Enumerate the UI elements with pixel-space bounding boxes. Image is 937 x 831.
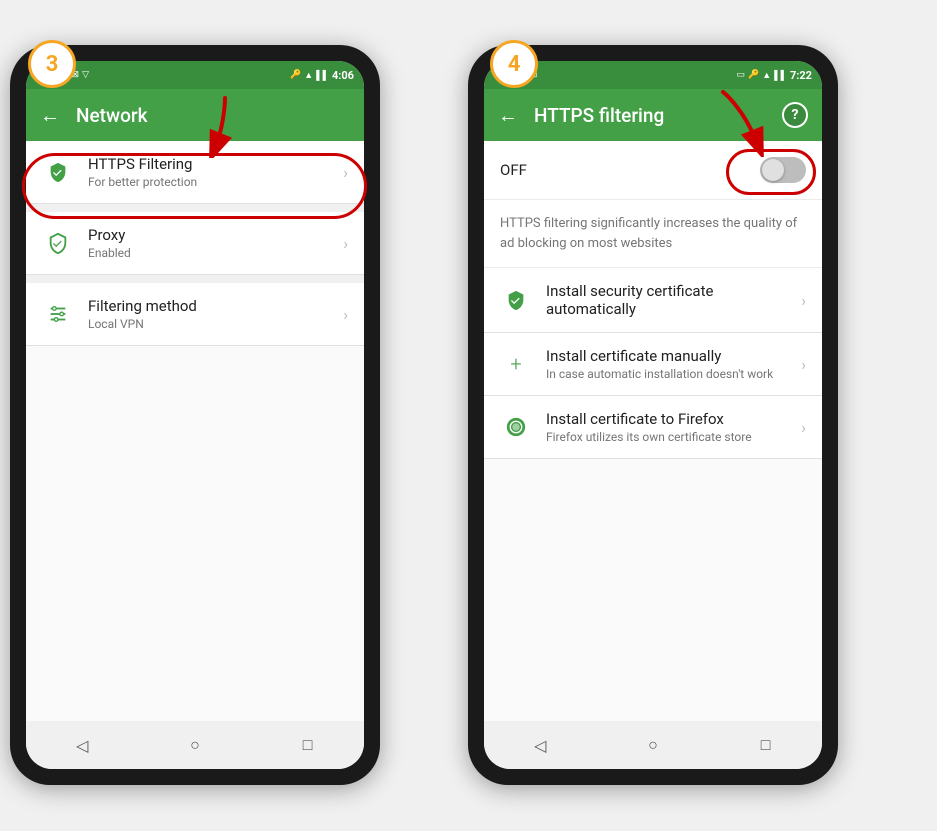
cert-auto-icon bbox=[500, 284, 532, 316]
https-description: HTTPS filtering significantly increases … bbox=[484, 200, 822, 268]
nav-recent-4[interactable]: □ bbox=[751, 730, 781, 760]
settings-item-cert-manual[interactable]: + Install certificate manually In case a… bbox=[484, 333, 822, 396]
settings-item-cert-firefox[interactable]: Install certificate to Firefox Firefox u… bbox=[484, 396, 822, 459]
nav-back-3[interactable]: ◁ bbox=[67, 730, 97, 760]
screen-content-3: HTTPS Filtering For better protection › bbox=[26, 141, 364, 721]
status-icon-4-sig: ▌▌ bbox=[774, 70, 787, 81]
https-subtitle: For better protection bbox=[88, 175, 343, 189]
nav-home-4[interactable]: ○ bbox=[638, 730, 668, 760]
status-icon-4-wifi: ▲ bbox=[762, 70, 771, 81]
back-button-3[interactable]: ← bbox=[40, 103, 60, 128]
plus-icon: + bbox=[510, 352, 521, 376]
https-title: HTTPS Filtering bbox=[88, 155, 343, 173]
help-button[interactable]: ? bbox=[782, 102, 808, 128]
nav-back-4[interactable]: ◁ bbox=[525, 730, 555, 760]
cert-firefox-title: Install certificate to Firefox bbox=[546, 410, 801, 428]
settings-item-https[interactable]: HTTPS Filtering For better protection › bbox=[26, 141, 364, 204]
proxy-chevron: › bbox=[343, 234, 348, 253]
status-time-4: 7:22 bbox=[790, 69, 812, 82]
status-time-3: 4:06 bbox=[332, 69, 354, 82]
toggle-knob bbox=[762, 159, 784, 181]
divider-2 bbox=[26, 275, 364, 283]
filter-text: Filtering method Local VPN bbox=[88, 297, 343, 331]
cert-manual-text: Install certificate manually In case aut… bbox=[546, 347, 801, 381]
app-title-4: HTTPS filtering bbox=[534, 104, 766, 127]
step-3-badge: 3 bbox=[28, 40, 76, 88]
phone-4: ◎ ⬇ 🛡 ⊡ ▭ 🔑 ▲ ▌▌ 7:22 ← HTTPS filtering … bbox=[468, 45, 838, 785]
proxy-title: Proxy bbox=[88, 226, 343, 244]
filter-subtitle: Local VPN bbox=[88, 317, 343, 331]
cert-manual-icon: + bbox=[500, 348, 532, 380]
proxy-icon bbox=[42, 227, 74, 259]
https-icon bbox=[42, 156, 74, 188]
back-button-4[interactable]: ← bbox=[498, 103, 518, 128]
status-icons-right-4: ▭ 🔑 ▲ ▌▌ 7:22 bbox=[737, 69, 812, 82]
cert-manual-chevron: › bbox=[801, 355, 806, 374]
nav-bar-3: ◁ ○ □ bbox=[26, 721, 364, 769]
cert-firefox-chevron: › bbox=[801, 418, 806, 437]
page: 3 ⊞ 🛡 ⊡ ⊠ ▽ 🔑 ▲ ▌▌ 4:06 bbox=[0, 0, 937, 831]
status-icon-wifi: ▲ bbox=[304, 70, 313, 81]
phone-3: ⊞ 🛡 ⊡ ⊠ ▽ 🔑 ▲ ▌▌ 4:06 ← Network bbox=[10, 45, 380, 785]
status-icon-4-bat: ▭ bbox=[737, 70, 746, 80]
filter-title: Filtering method bbox=[88, 297, 343, 315]
https-chevron: › bbox=[343, 163, 348, 182]
status-icon-4-key: 🔑 bbox=[748, 70, 759, 80]
nav-bar-4: ◁ ○ □ bbox=[484, 721, 822, 769]
phone-3-screen: ⊞ 🛡 ⊡ ⊠ ▽ 🔑 ▲ ▌▌ 4:06 ← Network bbox=[26, 61, 364, 769]
app-bar-4: ← HTTPS filtering ? bbox=[484, 89, 822, 141]
cert-manual-title: Install certificate manually bbox=[546, 347, 801, 365]
status-icon-key: 🔑 bbox=[290, 70, 301, 80]
phone-4-screen: ◎ ⬇ 🛡 ⊡ ▭ 🔑 ▲ ▌▌ 7:22 ← HTTPS filtering … bbox=[484, 61, 822, 769]
nav-recent-3[interactable]: □ bbox=[293, 730, 323, 760]
status-icon-signal: ▌▌ bbox=[316, 70, 329, 81]
settings-item-filter[interactable]: Filtering method Local VPN › bbox=[26, 283, 364, 346]
cert-manual-subtitle: In case automatic installation doesn't w… bbox=[546, 367, 801, 381]
cert-firefox-subtitle: Firefox utilizes its own certificate sto… bbox=[546, 430, 801, 444]
cert-auto-text: Install security certificate automatical… bbox=[546, 282, 801, 318]
filter-icon bbox=[42, 298, 74, 330]
cert-firefox-icon bbox=[500, 411, 532, 443]
toggle-switch[interactable] bbox=[760, 157, 806, 183]
status-icon-5: ▽ bbox=[82, 70, 89, 80]
cert-firefox-text: Install certificate to Firefox Firefox u… bbox=[546, 410, 801, 444]
filter-chevron: › bbox=[343, 305, 348, 324]
proxy-subtitle: Enabled bbox=[88, 246, 343, 260]
off-row: OFF bbox=[484, 141, 822, 200]
cert-auto-title: Install security certificate automatical… bbox=[546, 282, 801, 318]
divider-1 bbox=[26, 204, 364, 212]
status-bar-3: ⊞ 🛡 ⊡ ⊠ ▽ 🔑 ▲ ▌▌ 4:06 bbox=[26, 61, 364, 89]
off-label: OFF bbox=[500, 161, 760, 179]
settings-item-cert-auto[interactable]: Install security certificate automatical… bbox=[484, 268, 822, 333]
settings-item-proxy[interactable]: Proxy Enabled › bbox=[26, 212, 364, 275]
step-4-badge: 4 bbox=[490, 40, 538, 88]
app-bar-3: ← Network bbox=[26, 89, 364, 141]
app-title-3: Network bbox=[76, 104, 350, 127]
cert-auto-chevron: › bbox=[801, 291, 806, 310]
nav-home-3[interactable]: ○ bbox=[180, 730, 210, 760]
screen-content-4: OFF HTTPS filtering significantly increa… bbox=[484, 141, 822, 721]
status-icons-right-3: 🔑 ▲ ▌▌ 4:06 bbox=[290, 69, 354, 82]
https-text: HTTPS Filtering For better protection bbox=[88, 155, 343, 189]
proxy-text: Proxy Enabled bbox=[88, 226, 343, 260]
